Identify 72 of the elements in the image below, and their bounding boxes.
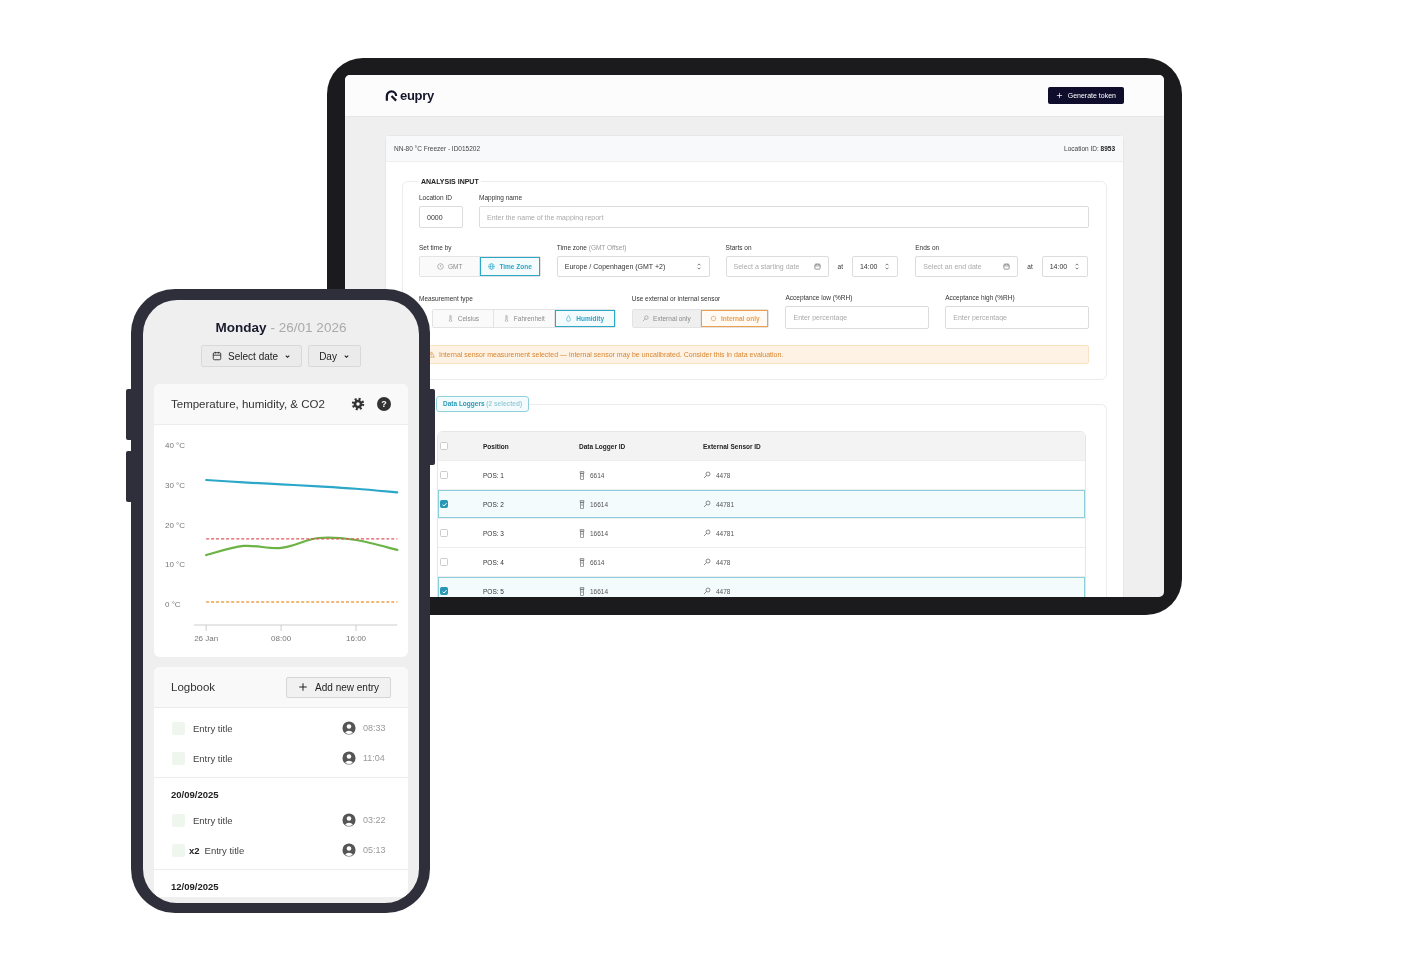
calendar-icon [813,263,821,270]
probe-icon [703,500,711,508]
avatar-icon [342,843,356,857]
date-heading: 12/09/2025 [170,880,220,894]
help-button[interactable]: ? [377,397,391,411]
avatar-icon [342,721,356,735]
entry-title: Entry title [193,722,233,734]
axis-label: 26 Jan [194,634,219,643]
range-button[interactable]: Day [308,345,361,367]
add-entry-button[interactable]: Add new entry [286,676,391,698]
entry-count: x2 [189,844,200,856]
thermometer-icon [446,315,454,322]
entry-time: 03:22 [363,815,387,825]
probe-icon [703,529,711,537]
axis-label: 08:00 [271,634,292,643]
logger-icon [579,557,585,567]
entry-title: Entry title [193,752,233,764]
thermometer-icon [502,315,510,322]
card-title: Logbook [171,681,217,693]
axis-label: 20 °C [165,520,186,530]
updown-icon [883,262,890,271]
probe-icon [642,315,650,322]
checkbox[interactable] [440,500,448,508]
chevron-down-icon [284,352,292,360]
probe-icon [703,587,711,595]
date-title: - 26/01 2026 [270,320,347,335]
axis-label: 16:00 [346,634,367,643]
checkbox[interactable] [440,587,448,595]
axis-label: 0 °C [165,600,181,609]
checkbox[interactable] [440,529,448,537]
logbook-entry[interactable]: Entry title 11:04 [154,743,408,773]
calendar-icon [1003,263,1011,270]
checkbox[interactable] [440,558,448,566]
logger-icon [579,586,585,596]
calendar-icon [212,351,223,361]
entry-time: 08:33 [363,723,387,733]
updown-icon [695,262,702,271]
day-title: Monday [215,320,267,335]
chip-icon [709,315,717,322]
card-title: Temperature, humidity, & CO2 [171,398,326,410]
settings-icon[interactable] [351,397,365,411]
select-date-button[interactable]: Select date [201,345,303,367]
avatar-icon [342,813,356,827]
axis-label: 30 °C [165,480,186,490]
logbook-entry[interactable]: Entry title 03:22 [154,805,408,835]
clock-icon [436,263,444,270]
entry-title: Entry title [204,844,245,856]
axis-label: 10 °C [165,560,186,570]
updown-icon [1073,262,1080,271]
date-heading: 20/09/2025 [170,788,220,802]
logger-icon [579,528,585,538]
entry-title: Entry title [193,814,233,826]
logger-icon [579,499,585,509]
probe-icon [703,471,711,479]
logbook-entry[interactable]: Entry title 08:33 [154,713,408,743]
globe-icon [488,263,496,270]
logbook-entry[interactable]: x2 Entry title 05:13 [154,835,408,865]
axis-label: 40 °C [165,441,186,450]
logger-icon [579,470,585,480]
warning-icon [428,351,435,358]
logo-text: eupry [400,88,434,103]
plus-icon [1055,92,1063,99]
chevron-down-icon [342,352,350,360]
plus-icon [298,682,309,692]
checkbox[interactable] [440,471,448,479]
checkbox[interactable] [440,442,448,450]
avatar-icon [342,751,356,765]
entry-time: 11:04 [363,753,386,763]
drop-icon [565,315,573,322]
entry-time: 05:13 [363,845,387,855]
probe-icon [703,558,711,566]
logo-icon [385,89,398,102]
